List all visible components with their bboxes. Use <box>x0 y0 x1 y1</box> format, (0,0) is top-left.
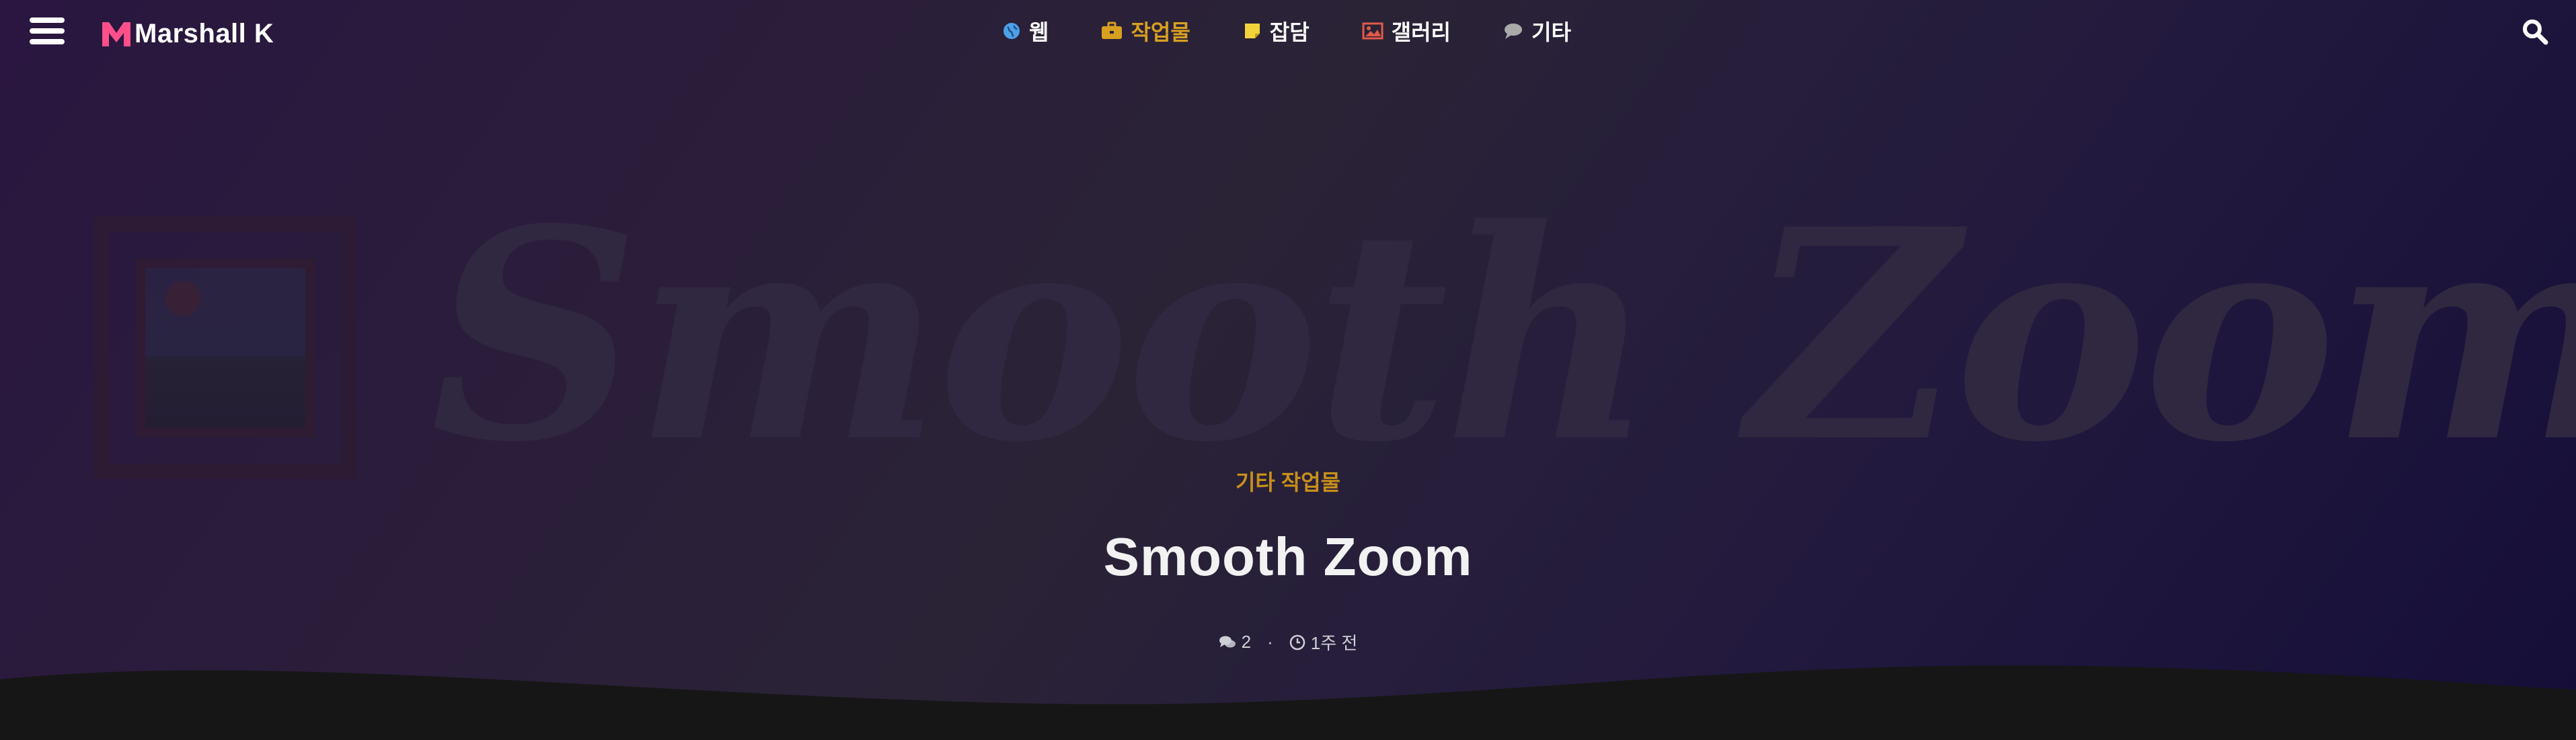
m-logo-icon <box>102 22 130 46</box>
nav-item-label: 작업물 <box>1131 20 1190 44</box>
nav-item-web[interactable]: 웹 <box>1002 15 1049 46</box>
nav-item-label: 웹 <box>1029 20 1049 44</box>
hero-banner: Smooth Zoom <box>0 0 2576 740</box>
image-icon <box>1362 22 1384 40</box>
comment-count[interactable]: 2 <box>1219 632 1251 653</box>
meta-separator: · <box>1267 632 1273 652</box>
post-time-value: 1주 전 <box>1310 633 1358 653</box>
nav-item-gallery[interactable]: 갤러리 <box>1362 15 1451 46</box>
sticky-note-icon <box>1244 24 1260 38</box>
nav-item-chat[interactable]: 잡담 <box>1243 15 1310 46</box>
hero-background-text: Smooth Zoom <box>430 166 2576 506</box>
post-category-link[interactable]: 기타 작업물 <box>0 466 2576 496</box>
nav-item-label: 기타 <box>1531 20 1571 44</box>
briefcase-icon <box>1102 22 1123 39</box>
nav-item-label: 잡담 <box>1269 20 1310 44</box>
post-meta: 2 · 1주 전 <box>0 630 2576 655</box>
comment-count-value: 2 <box>1241 632 1252 652</box>
nav-item-label: 갤러리 <box>1391 20 1451 44</box>
comments-icon <box>1219 636 1236 647</box>
nav-item-works[interactable]: 작업물 <box>1101 15 1190 46</box>
post-title: Smooth Zoom <box>1103 527 1473 587</box>
clock-icon <box>1289 634 1305 650</box>
post-time: 1주 전 <box>1289 630 1358 655</box>
site-title: Marshall K <box>135 18 274 48</box>
nav-item-etc[interactable]: 기타 <box>1503 15 1571 46</box>
background-picture-frame <box>94 217 356 479</box>
site-logo[interactable]: Marshall K <box>100 15 274 52</box>
hamburger-menu-button[interactable] <box>30 17 65 48</box>
search-button[interactable] <box>2521 17 2549 46</box>
comment-icon <box>1505 24 1522 39</box>
search-icon <box>2523 20 2548 45</box>
hero-wave-divider <box>0 665 2576 740</box>
main-nav: 웹 작업물 잡담 갤러리 기타 <box>1002 16 1571 46</box>
globe-icon <box>1003 23 1020 39</box>
